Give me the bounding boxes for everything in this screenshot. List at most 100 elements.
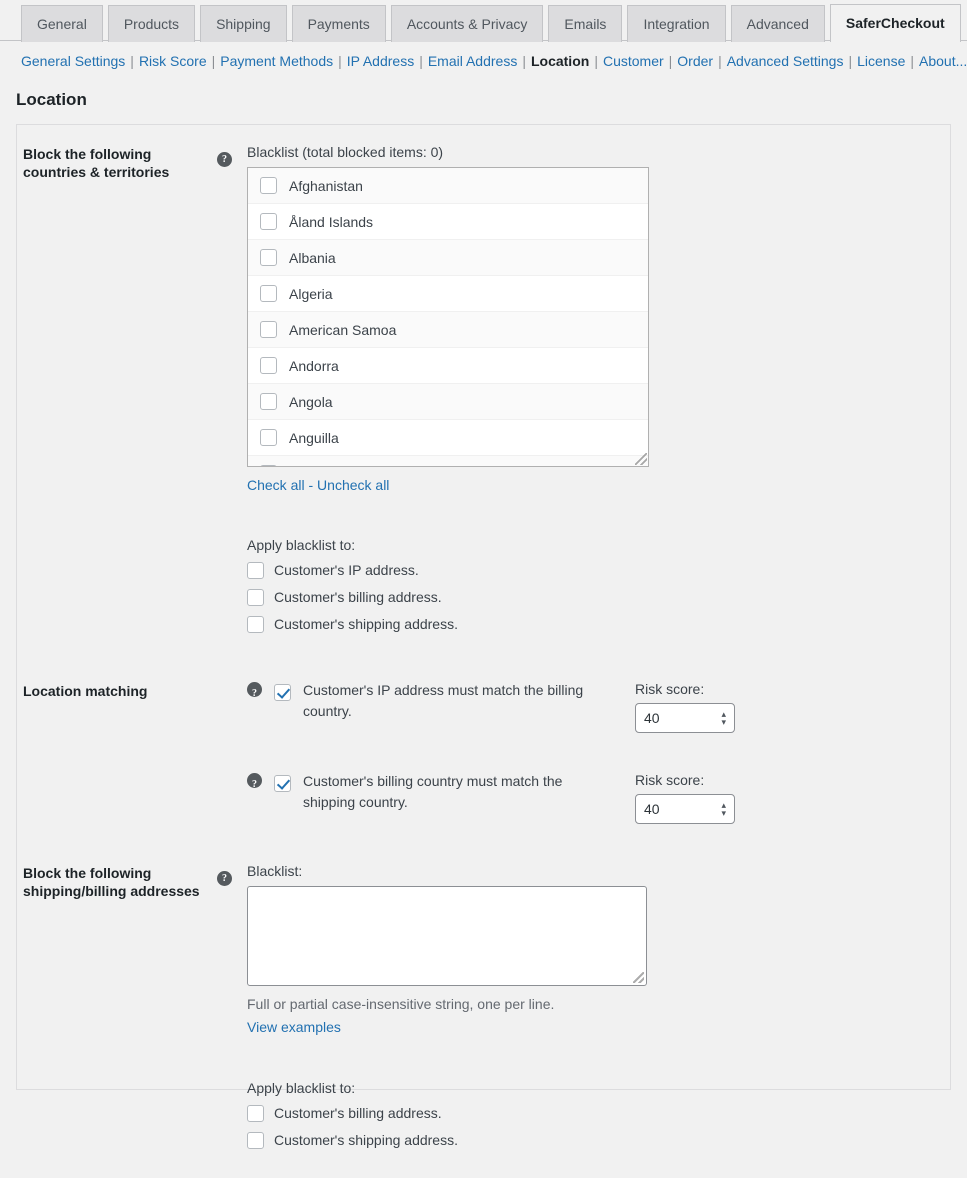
risk-score-input[interactable]: 40 ▴ ▾ [635, 794, 735, 824]
field-block-addresses: Blacklist: Full or partial case-insensit… [247, 844, 950, 1178]
resize-handle-icon[interactable] [635, 453, 647, 465]
apply-blacklist-country-option[interactable]: Customer's billing address. [247, 588, 940, 606]
tab-accounts-privacy[interactable]: Accounts & Privacy [390, 5, 544, 42]
tab-general[interactable]: General [21, 5, 103, 42]
address-blacklist-hint: Full or partial case-insensitive string,… [247, 996, 555, 1012]
country-list-item[interactable]: Afghanistan [248, 168, 648, 204]
subnav-item-email-address[interactable]: Email Address [428, 53, 517, 69]
subnav-separator: | [910, 53, 915, 69]
country-blacklist-box[interactable]: Afghanistan Åland Islands Albania Algeria Am… [247, 167, 649, 467]
check-all-link[interactable]: Check all [247, 477, 305, 493]
apply-blacklist-address-option[interactable]: Customer's shipping address. [247, 1131, 940, 1149]
apply-blacklist-address-checkbox[interactable] [247, 1104, 264, 1122]
link-separator: - [304, 477, 318, 493]
tab-integration[interactable]: Integration [627, 5, 726, 42]
country-list-item[interactable]: Albania [248, 240, 648, 276]
subnav-item-advanced-settings[interactable]: Advanced Settings [727, 53, 844, 69]
row-block-addresses: Block the following shipping/billing add… [17, 844, 950, 1178]
location-matching-row: ? Customer's billing country must match t… [247, 771, 940, 824]
resize-handle-icon[interactable] [633, 972, 644, 983]
country-list-item[interactable]: Algeria [248, 276, 648, 312]
subnav-item-ip-address[interactable]: IP Address [347, 53, 414, 69]
help-cell-location-matching [217, 662, 247, 844]
apply-blacklist-address-checkbox[interactable] [247, 1131, 264, 1149]
address-blacklist-textarea[interactable] [248, 887, 646, 985]
tab-products[interactable]: Products [107, 5, 196, 42]
subnav-item-location: Location [530, 53, 590, 69]
risk-score-value[interactable]: 40 [644, 801, 721, 817]
field-block-countries: Blacklist (total blocked items: 0) Afgha… [247, 125, 950, 662]
location-match-checkbox-wrap [274, 771, 291, 792]
country-checkbox[interactable] [260, 177, 277, 194]
country-list-item[interactable]: Angola [248, 384, 648, 420]
tab-emails[interactable]: Emails [548, 5, 623, 42]
country-list-item[interactable]: Anguilla [248, 420, 648, 456]
apply-blacklist-country-checkbox[interactable] [247, 561, 264, 579]
view-examples-link[interactable]: View examples [247, 1019, 341, 1035]
country-name: Algeria [289, 285, 333, 302]
risk-score-value[interactable]: 40 [644, 710, 721, 726]
subnav-item-customer[interactable]: Customer [603, 53, 664, 69]
settings-tabs: General Products Shipping Payments Accounts … [21, 0, 967, 42]
subnav-item-general-settings[interactable]: General Settings [21, 53, 125, 69]
row-block-countries: Block the following countries & territor… [17, 125, 950, 662]
country-checkbox[interactable] [260, 321, 277, 338]
tab-safercheckout[interactable]: SaferCheckout [829, 4, 961, 42]
row-location-matching: Location matching ? Customer's IP address… [17, 662, 950, 844]
settings-tab-bar: General Products Shipping Payments Accounts … [0, 0, 967, 42]
location-match-checkbox[interactable] [274, 774, 291, 792]
apply-blacklist-address-option[interactable]: Customer's billing address. [247, 1104, 940, 1122]
settings-form-table: Block the following countries & territor… [17, 125, 950, 1178]
country-list-item[interactable]: Åland Islands [248, 204, 648, 240]
uncheck-all-link[interactable]: Uncheck all [317, 477, 389, 493]
subnav-item-license[interactable]: License [857, 53, 905, 69]
tab-shipping[interactable]: Shipping [200, 5, 287, 42]
help-icon[interactable]: ? [247, 773, 262, 790]
risk-score-stepper[interactable]: ▴ ▾ [721, 710, 726, 727]
tab-payments[interactable]: Payments [291, 5, 386, 42]
apply-blacklist-country-label: Customer's billing address. [274, 589, 442, 605]
country-checkbox[interactable] [260, 429, 277, 446]
country-list-item[interactable]: Andorra [248, 348, 648, 384]
help-icon[interactable]: ? [217, 871, 232, 886]
apply-blacklist-country-option[interactable]: Customer's IP address. [247, 561, 940, 579]
country-list-item[interactable]: American Samoa [248, 312, 648, 348]
help-icon[interactable]: ? [247, 682, 262, 699]
apply-blacklist-address-label: Customer's billing address. [274, 1105, 442, 1121]
apply-blacklist-country-checkbox[interactable] [247, 588, 264, 606]
apply-blacklist-countries: Apply blacklist to: Customer's IP addres… [247, 536, 940, 633]
country-checkbox[interactable] [260, 357, 277, 374]
apply-blacklist-address-label: Customer's shipping address. [274, 1132, 458, 1148]
country-list-item[interactable]: Antarctica [248, 456, 648, 467]
location-match-checkbox[interactable] [274, 683, 291, 701]
risk-score-stepper[interactable]: ▴ ▾ [721, 801, 726, 818]
subnav-item-risk-score[interactable]: Risk Score [139, 53, 207, 69]
subnav-item-about[interactable]: About... [919, 53, 967, 69]
check-all-links: Check all - Uncheck all [247, 476, 940, 494]
country-name: Albania [289, 249, 336, 266]
apply-blacklist-country-option[interactable]: Customer's shipping address. [247, 615, 940, 633]
subnav-separator: | [211, 53, 216, 69]
risk-score-input[interactable]: 40 ▴ ▾ [635, 703, 735, 733]
tab-advanced[interactable]: Advanced [730, 5, 825, 42]
location-match-label: Customer's billing country must match th… [303, 773, 563, 810]
chevron-down-icon[interactable]: ▾ [721, 809, 726, 818]
location-match-checkbox-wrap [274, 680, 291, 701]
apply-blacklist-country-checkbox[interactable] [247, 615, 264, 633]
subnav-item-payment-methods[interactable]: Payment Methods [220, 53, 333, 69]
subnav-item-order[interactable]: Order [677, 53, 713, 69]
country-checkbox[interactable] [260, 249, 277, 266]
country-checkbox[interactable] [260, 285, 277, 302]
country-checkbox[interactable] [260, 393, 277, 410]
subnav-separator: | [522, 53, 526, 69]
country-checkbox[interactable] [260, 213, 277, 230]
country-checkbox[interactable] [260, 465, 277, 466]
help-icon[interactable]: ? [217, 152, 232, 167]
address-blacklist-textarea-wrap [247, 886, 647, 986]
page-title: Location [16, 90, 87, 109]
country-name: Antarctica [289, 465, 351, 467]
country-name: Andorra [289, 357, 339, 374]
subnav-separator: | [668, 53, 673, 69]
chevron-down-icon[interactable]: ▾ [721, 718, 726, 727]
apply-blacklist-country-label: Customer's IP address. [274, 562, 419, 578]
